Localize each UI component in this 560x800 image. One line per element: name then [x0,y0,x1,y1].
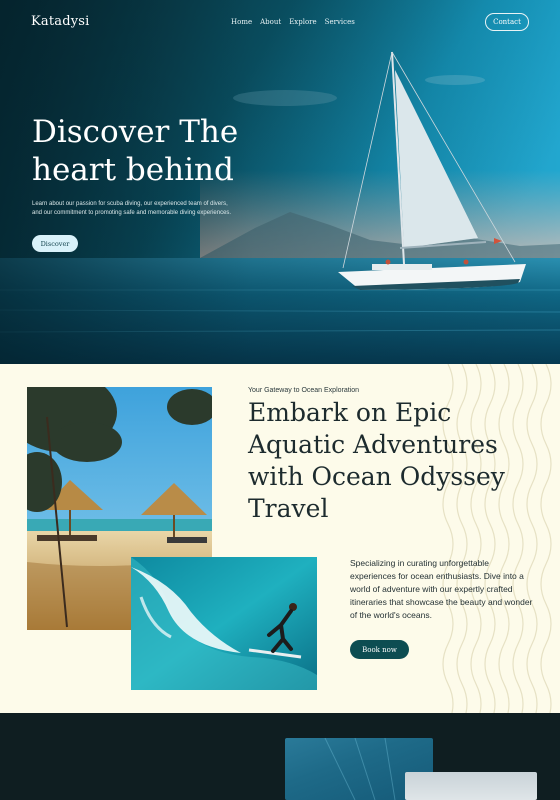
nav-link-about[interactable]: About [260,18,281,26]
section-title: Embark on Epic Aquatic Adventures with O… [248,398,505,523]
surfer-wave-image [131,557,317,690]
about-section: Your Gateway to Ocean Exploration Embark… [0,364,560,713]
gallery-section [0,713,560,800]
hero-description: Learn about our passion for scuba diving… [32,201,232,216]
section-eyebrow: Your Gateway to Ocean Exploration [248,387,360,394]
nav-link-home[interactable]: Home [231,18,252,26]
book-now-button[interactable]: Book now [350,640,409,659]
logo[interactable]: Katadysi [31,14,90,29]
discover-button[interactable]: Discover [32,235,78,252]
hero-title: Discover The heart behind [32,114,239,188]
section-description: Specializing in curating unforgettable e… [350,558,533,620]
contact-button[interactable]: Contact [485,13,529,31]
nav-link-services[interactable]: Services [325,18,355,26]
nav-link-explore[interactable]: Explore [289,18,316,26]
main-nav: Home About Explore Services [231,18,355,26]
hero-section: Katadysi Home About Explore Services Con… [0,0,560,364]
snow-landscape-image [405,772,537,800]
